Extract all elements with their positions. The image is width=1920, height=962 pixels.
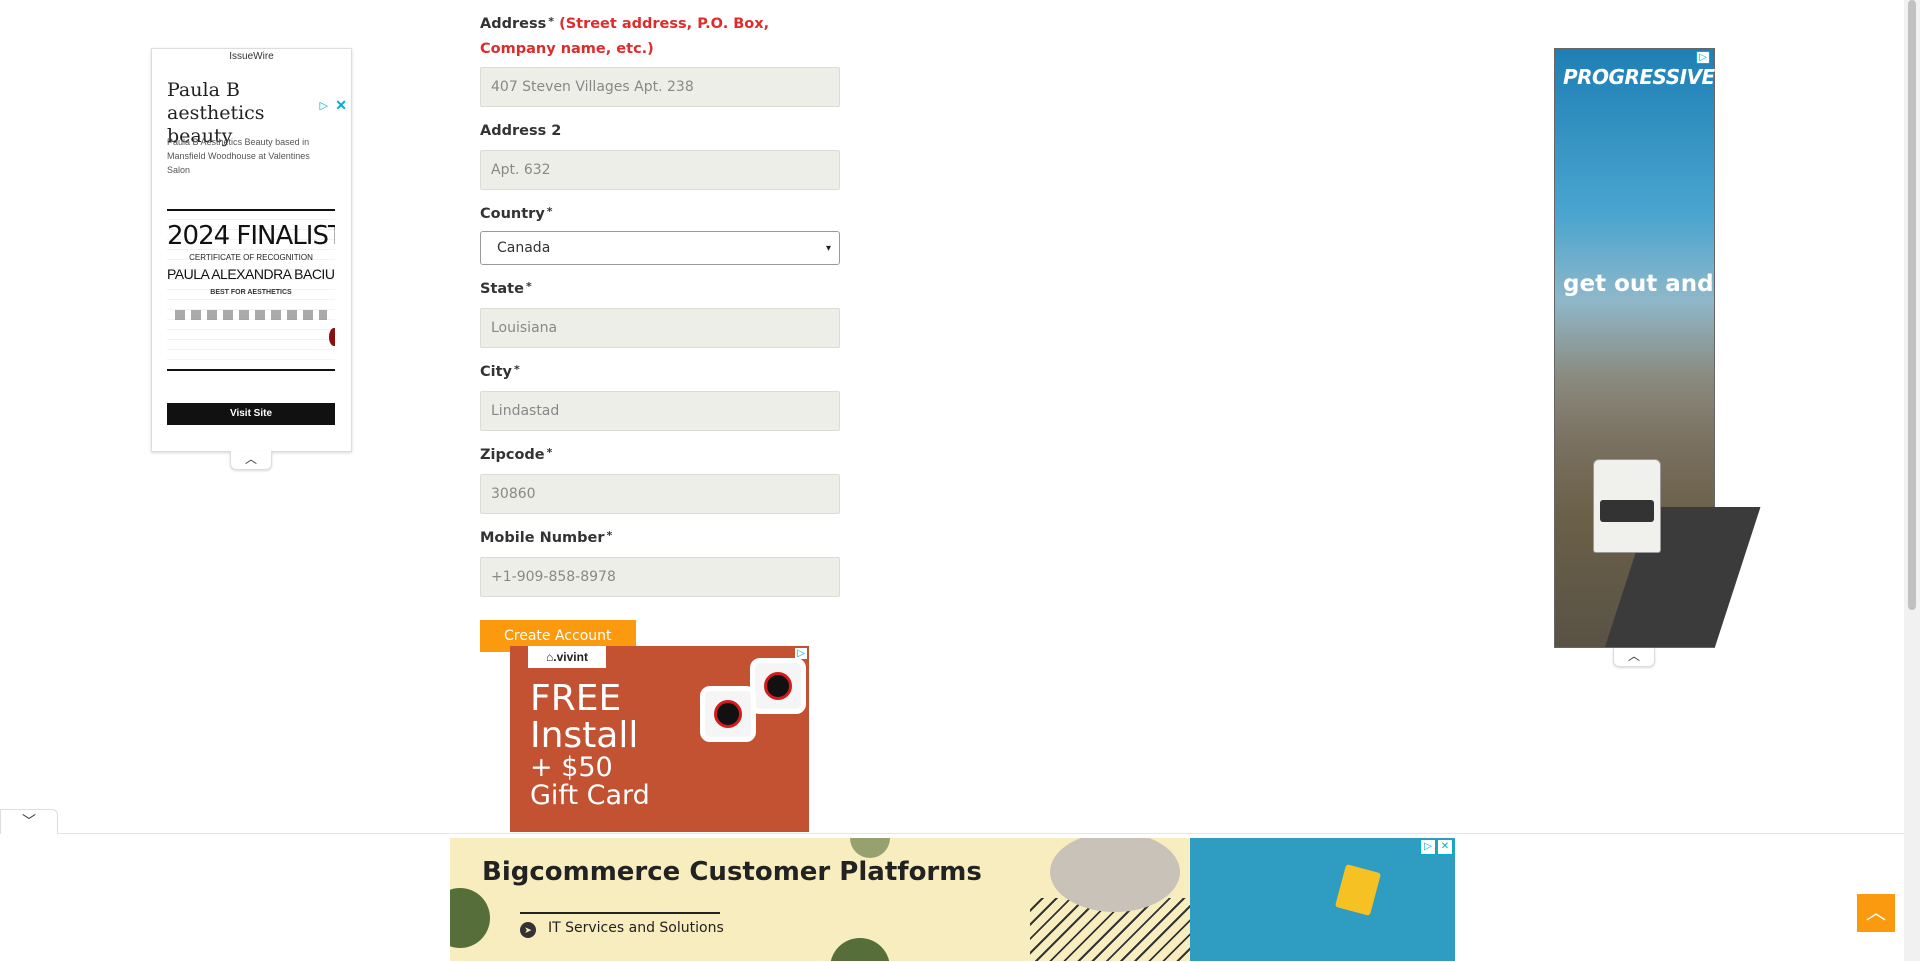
ad-choices-icon[interactable]: ▷	[320, 99, 328, 112]
close-icon[interactable]: ✕	[335, 97, 347, 114]
ad-choices-icon[interactable]: ▷	[1420, 839, 1436, 855]
vivint-ad[interactable]: ⌂.vivint FREE Install + $50 Gift Card ▷	[510, 646, 809, 832]
visit-site-button[interactable]: Visit Site	[167, 403, 335, 425]
chevron-up-icon: ︿	[244, 452, 257, 466]
chevron-up-icon: ︿	[1627, 649, 1640, 663]
mobile-field: Mobile Number *	[480, 526, 840, 597]
chevron-down-icon: ﹀	[22, 813, 36, 829]
cert-name: PAULA ALEXANDRA BACIU	[167, 266, 335, 282]
vivint-logo: ⌂.vivint	[528, 646, 606, 668]
ad-mid-text: FREE Install + $50 Gift Card	[530, 678, 650, 811]
address-field: Address * (Street address, P.O. Box, Comp…	[480, 12, 840, 107]
cert-award: BEST FOR AESTHETICS	[210, 289, 292, 296]
city-input[interactable]	[480, 391, 840, 431]
address2-input[interactable]	[480, 150, 840, 190]
ad-bottom-title: Bigcommerce Customer Platforms	[482, 857, 982, 887]
shopping-cart-image	[1190, 838, 1455, 961]
zipcode-field: Zipcode *	[480, 443, 840, 514]
camera-image	[700, 686, 756, 742]
chevron-down-icon: ▾	[825, 242, 831, 254]
scroll-to-top-button[interactable]: ︿	[1857, 894, 1895, 932]
registration-form: Address * (Street address, P.O. Box, Comp…	[480, 12, 840, 652]
ad-choices-icon[interactable]: ▷	[795, 648, 807, 659]
scrollbar-thumb[interactable]	[1908, 0, 1916, 610]
ad-bottom-subtitle: IT Services and Solutions	[548, 920, 724, 936]
ad-source: IssueWire	[229, 51, 274, 62]
ad-body: Paula B Aesthetics Beauty based in Mansf…	[167, 137, 310, 175]
divider	[520, 912, 720, 914]
cert-subtitle: CERTIFICATE OF RECOGNITION	[189, 253, 313, 262]
address-input[interactable]	[480, 67, 840, 107]
zipcode-label: Zipcode *	[480, 446, 553, 463]
rv-image	[1593, 459, 1661, 553]
ad-choices-icon[interactable]: ▷	[1696, 51, 1710, 64]
ad-tagline: get out and	[1563, 271, 1714, 297]
chevron-up-icon: ︿	[1866, 902, 1886, 924]
state-label: State *	[480, 280, 532, 297]
progressive-ad[interactable]: PROGRESSIVE get out and ▷	[1554, 48, 1761, 648]
city-field: City *	[480, 360, 840, 431]
zipcode-input[interactable]	[480, 474, 840, 514]
country-field: Country * Canada ▾	[480, 202, 840, 265]
state-input[interactable]	[480, 308, 840, 348]
address-label: Address * (Street address, P.O. Box, Comp…	[480, 15, 770, 57]
camera-image	[750, 658, 806, 714]
address2-field: Address 2	[480, 119, 840, 190]
close-icon[interactable]: ✕	[1437, 839, 1453, 855]
mobile-input[interactable]	[480, 557, 840, 597]
country-selected-value: Canada	[497, 240, 551, 256]
mobile-label: Mobile Number *	[480, 529, 613, 546]
state-field: State *	[480, 277, 840, 348]
certificate-image: 2024 FINALIST CERTIFICATE OF RECOGNITION…	[167, 209, 335, 371]
country-select[interactable]: Canada ▾	[480, 231, 840, 265]
country-label: Country *	[480, 205, 553, 222]
left-ad[interactable]: IssueWire Paula B aesthetics beauty ▷ ✕ …	[151, 48, 352, 452]
page-scrollbar[interactable]	[1904, 0, 1920, 961]
bigcommerce-ad[interactable]: Bigcommerce Customer Platforms ➤ IT Serv…	[450, 838, 1455, 961]
chevron-right-icon: ➤	[520, 922, 536, 938]
seal	[329, 328, 335, 346]
ad-brand: PROGRESSIVE	[1563, 65, 1715, 89]
sponsor-logos	[175, 310, 327, 320]
collapse-left-ad-button[interactable]: ︿	[230, 451, 272, 470]
collapse-right-ad-button[interactable]: ︿	[1613, 648, 1655, 667]
address2-label: Address 2	[480, 123, 562, 139]
cert-title: 2024 FINALIST	[167, 221, 335, 251]
collapse-bottom-ad-button[interactable]: ﹀	[0, 809, 58, 834]
city-label: City *	[480, 363, 520, 380]
